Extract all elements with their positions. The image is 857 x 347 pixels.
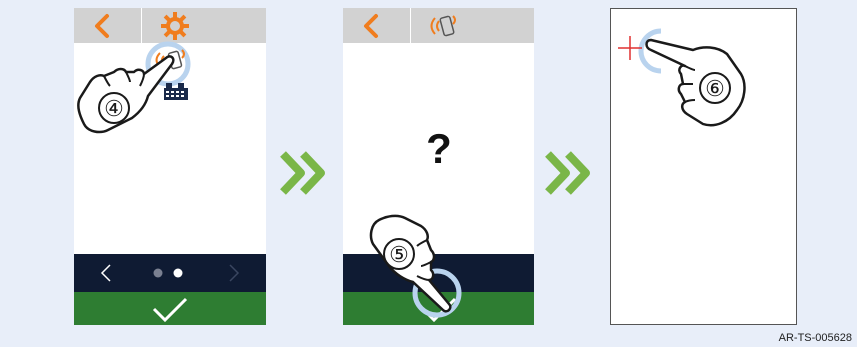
reference-code: AR-TS-005628 bbox=[778, 332, 852, 344]
chevron-right-icon[interactable] bbox=[228, 263, 240, 283]
remote-control-icon[interactable] bbox=[429, 11, 459, 41]
gear-icon[interactable] bbox=[160, 11, 190, 41]
next-step-arrow-icon bbox=[545, 151, 590, 195]
top-bar bbox=[343, 8, 534, 43]
screen-2: ? ⑤ bbox=[343, 8, 534, 325]
page-indicator bbox=[153, 268, 183, 278]
back-arrow-icon[interactable] bbox=[359, 11, 383, 41]
back-arrow-icon[interactable] bbox=[90, 11, 114, 41]
next-step-arrow-icon bbox=[280, 151, 325, 195]
pointing-hand-icon: ⑥ bbox=[645, 38, 746, 127]
step-number: ⑤ bbox=[389, 242, 409, 267]
checkmark-icon bbox=[152, 297, 188, 323]
navigation-bar bbox=[74, 254, 266, 292]
pointing-hand-icon: ⑤ bbox=[369, 214, 452, 313]
step-number: ⑥ bbox=[705, 76, 725, 101]
pointing-hand-icon: ④ bbox=[77, 55, 175, 134]
header-divider bbox=[410, 8, 411, 43]
confirm-button[interactable] bbox=[74, 292, 266, 325]
step-number: ④ bbox=[104, 96, 124, 121]
screen-3: ⑥ bbox=[610, 8, 797, 325]
chevron-left-icon[interactable] bbox=[100, 263, 112, 283]
screen-1: ④ bbox=[74, 8, 266, 325]
unknown-state-text: ? bbox=[426, 125, 452, 172]
